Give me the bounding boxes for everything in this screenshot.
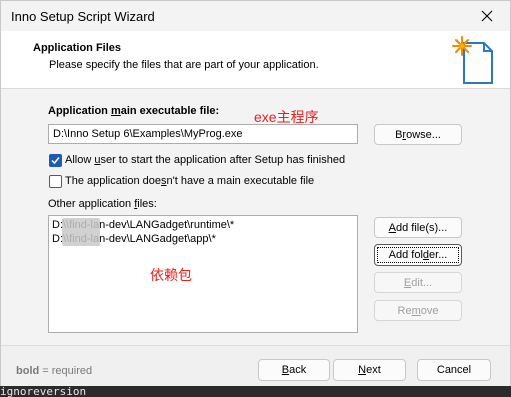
- checkmark-icon: [51, 157, 60, 165]
- other-files-list[interactable]: D:\\find-lan-dev\LANGadget\runtime\* D:\…: [48, 215, 358, 333]
- redacted-patch: [62, 218, 100, 246]
- background-text: ignoreversion: [0, 386, 511, 397]
- close-button[interactable]: [464, 1, 510, 31]
- window-title: Inno Setup Script Wizard: [11, 9, 155, 24]
- page-title: Application Files: [33, 42, 122, 54]
- main-exe-label: Application main executable file:: [48, 105, 220, 117]
- edit-button[interactable]: Edit...: [374, 272, 462, 293]
- required-legend: bold = required: [16, 365, 93, 377]
- no-main-exe-checkbox[interactable]: [49, 175, 62, 188]
- title-bar: Inno Setup Script Wizard: [1, 1, 510, 31]
- cancel-button[interactable]: Cancel: [417, 359, 491, 381]
- page-subtitle: Please specify the files that are part o…: [49, 59, 319, 71]
- close-icon: [481, 10, 493, 22]
- remove-button[interactable]: Re m ove: [374, 300, 462, 321]
- back-button[interactable]: Back: [258, 359, 330, 381]
- wizard-document-icon: [452, 36, 493, 84]
- other-files-label: Other application files:: [48, 198, 157, 210]
- wizard-window: Inno Setup Script Wizard Application Fil…: [0, 0, 511, 387]
- wizard-footer: bold = required Back Next Cancel: [1, 345, 510, 387]
- main-exe-input[interactable]: D:\Inno Setup 6\Examples\MyProg.exe: [48, 124, 358, 144]
- browse-button[interactable]: Br owse...: [374, 124, 462, 145]
- no-main-exe-label: The application doesn't have a main exec…: [65, 175, 315, 187]
- annotation-dependencies: 依赖包: [150, 267, 192, 283]
- header-divider: [1, 88, 510, 89]
- add-folder-button[interactable]: Add fol d er...: [374, 244, 462, 266]
- add-files-button[interactable]: Add file(s)...: [374, 217, 462, 238]
- next-button[interactable]: Next: [333, 359, 406, 381]
- allow-user-start-label: Allow user to start the application afte…: [65, 154, 346, 166]
- wizard-header: Application Files Please specify the fil…: [1, 31, 510, 88]
- allow-user-start-checkbox[interactable]: [49, 154, 62, 167]
